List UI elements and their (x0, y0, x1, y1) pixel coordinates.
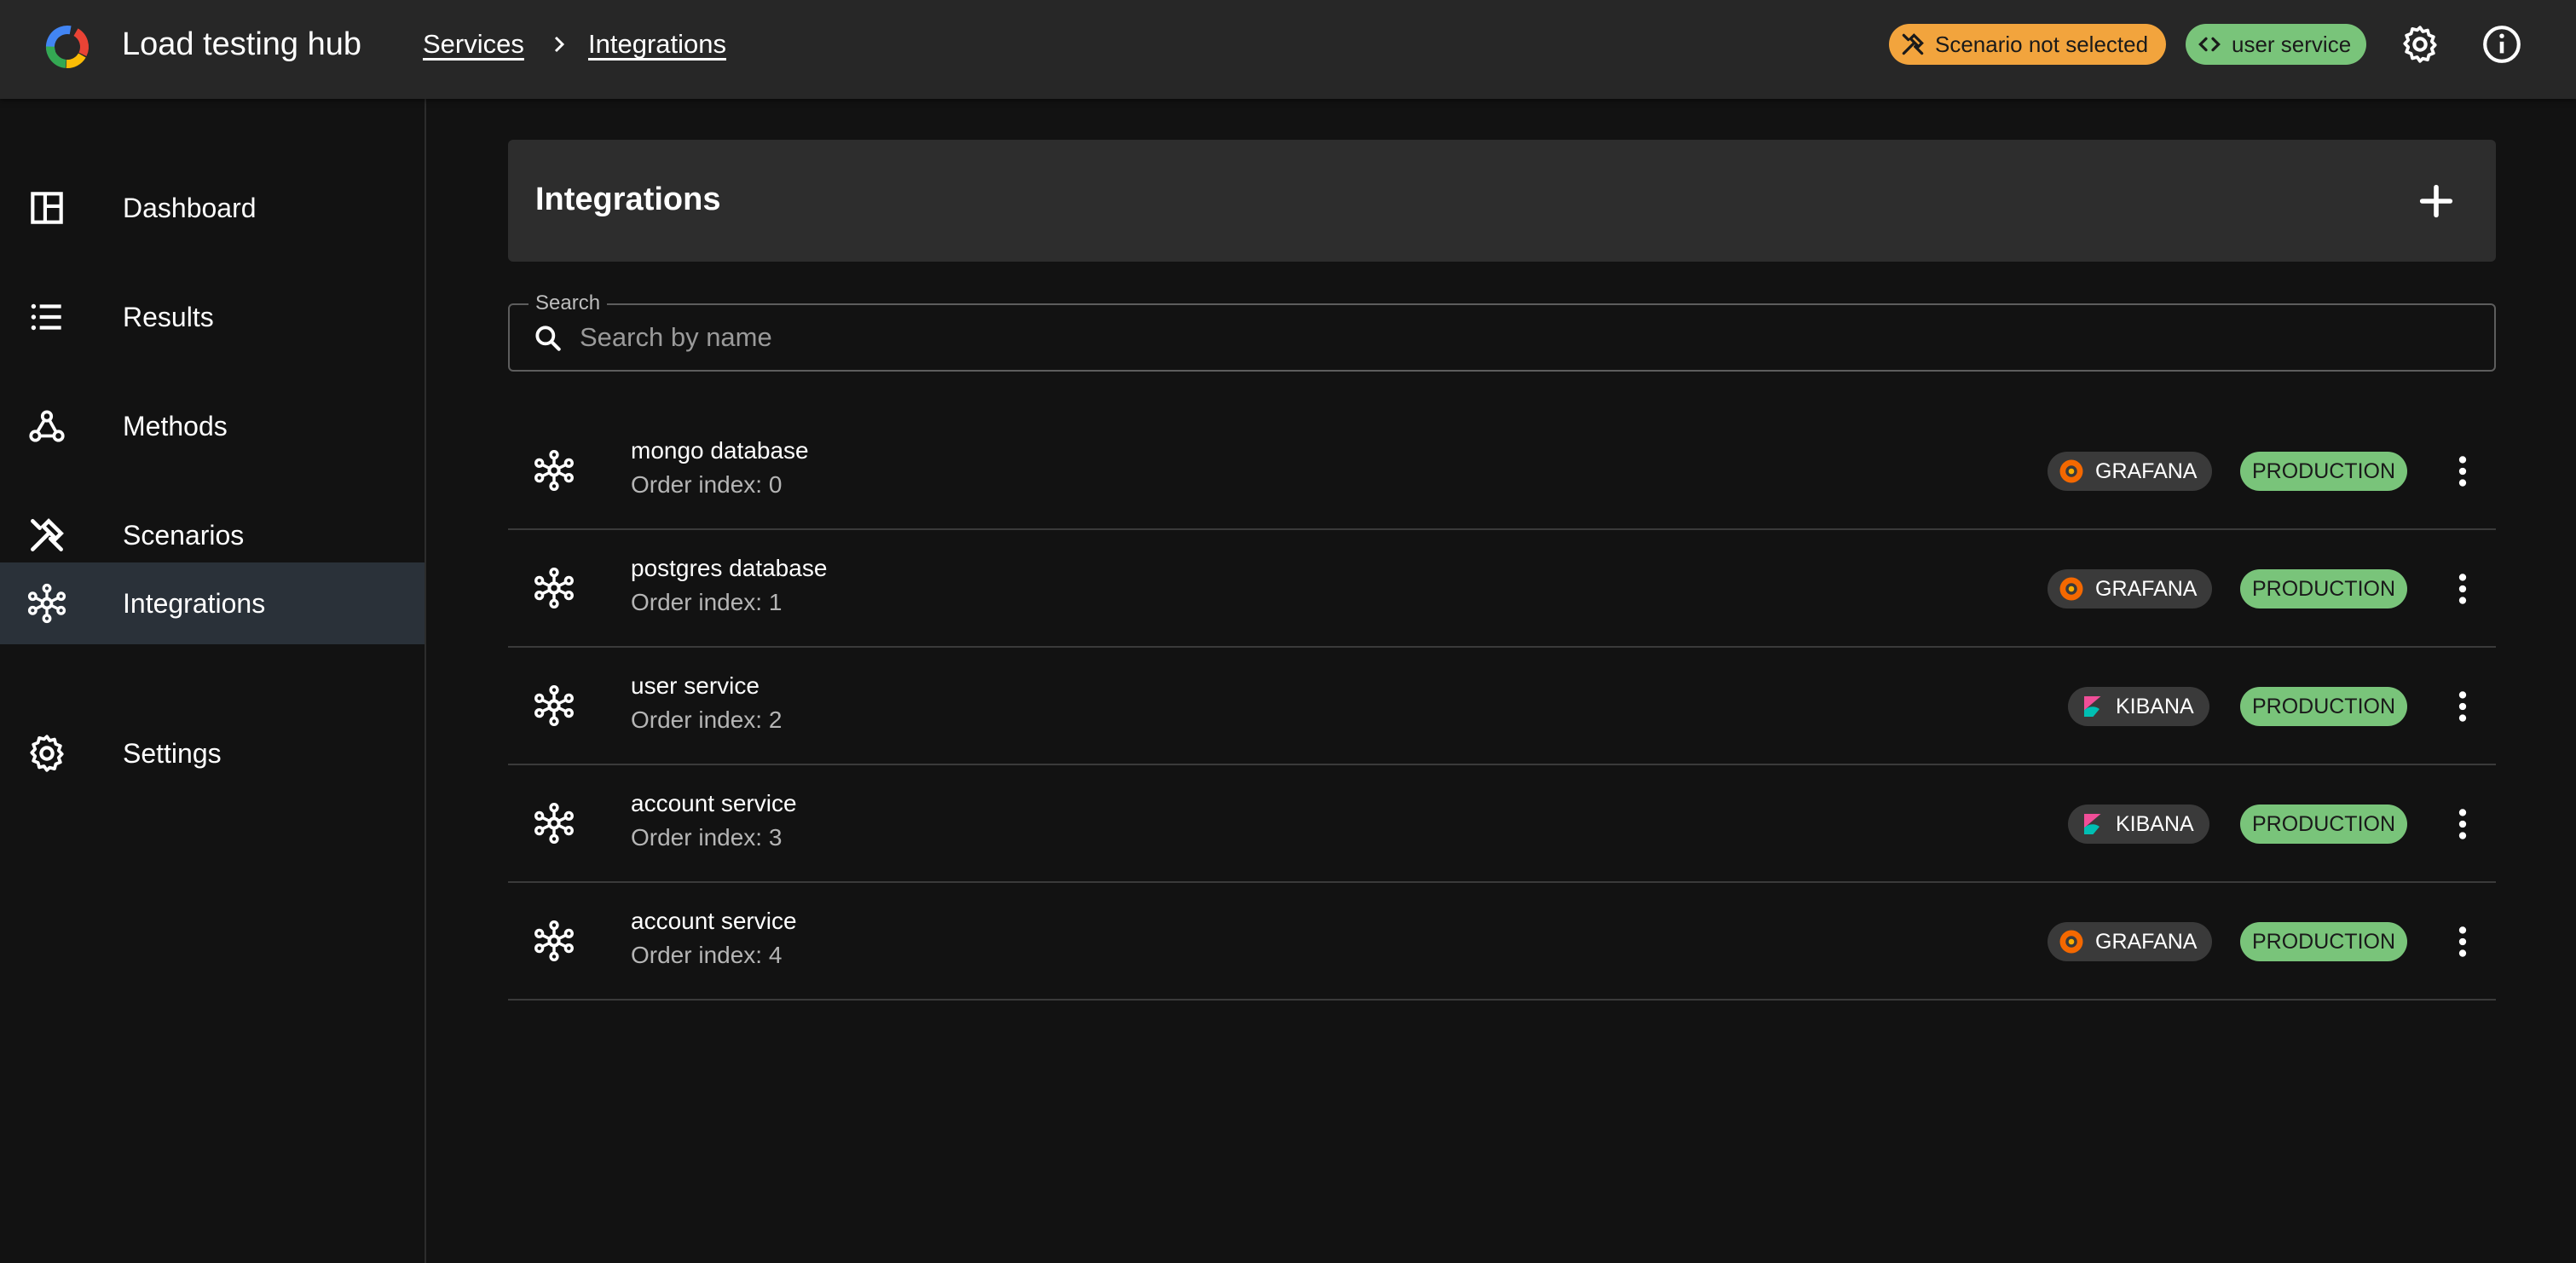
grafana-icon (2059, 577, 2083, 601)
search-label: Search (528, 291, 608, 316)
integration-name: user service (631, 672, 760, 699)
webhook-icon (29, 410, 65, 442)
add-icon[interactable] (2412, 177, 2460, 225)
source-chip: KIBANA (2068, 687, 2209, 726)
sidebar-item-label: Integrations (123, 587, 266, 619)
hub-icon (534, 802, 574, 845)
gear-icon (30, 735, 64, 772)
list-icon (31, 303, 61, 331)
app-title: Load testing hub (122, 26, 362, 62)
top-app-bar: Load testing hub Services Integrations S… (0, 0, 2576, 99)
source-chip: GRAFANA (2048, 922, 2213, 961)
tools-icon (1902, 33, 1924, 55)
breadcrumb-integrations[interactable]: Integrations (588, 29, 726, 60)
integration-order: Order index: 1 (631, 589, 783, 615)
hub-icon (534, 920, 574, 962)
integration-name: account service (631, 790, 797, 816)
sidebar-item-results[interactable]: Results (0, 276, 425, 358)
integration-row[interactable]: account service Order index: 3 KIBANA PR… (508, 765, 2496, 883)
integration-order: Order index: 0 (631, 471, 783, 498)
grafana-icon (2059, 459, 2083, 483)
sidebar-item-integrations[interactable]: Integrations (0, 562, 425, 644)
search-input[interactable] (580, 314, 2455, 361)
page-title: Integrations (535, 182, 721, 217)
source-label: GRAFANA (2095, 458, 2198, 483)
hub-icon (534, 567, 574, 609)
more-vert-icon[interactable] (2441, 920, 2484, 963)
code-icon (2198, 37, 2221, 52)
sidebar-item-label: Settings (123, 737, 222, 769)
integration-row[interactable]: postgres database Order index: 1 GRAFANA… (508, 530, 2496, 648)
grafana-icon (2059, 930, 2083, 954)
app-root: Load testing hub Services Integrations S… (0, 0, 2576, 1263)
sidebar-item-label: Dashboard (123, 192, 257, 223)
sidebar-nav: Dashboard Results Methods Scenarios Inte… (0, 99, 426, 1263)
search-icon (535, 326, 561, 351)
breadcrumb-services[interactable]: Services (423, 29, 524, 60)
integration-order: Order index: 3 (631, 824, 783, 851)
kibana-icon (2084, 814, 2101, 834)
integration-order: Order index: 4 (631, 942, 783, 968)
source-chip: KIBANA (2068, 805, 2209, 844)
integration-row[interactable]: account service Order index: 4 GRAFANA P… (508, 883, 2496, 1001)
sidebar-item-settings[interactable]: Settings (0, 712, 425, 794)
environment-badge: PRODUCTION (2240, 922, 2407, 961)
sidebar-item-label: Methods (123, 410, 228, 441)
hub-icon (534, 449, 574, 492)
sidebar-item-methods[interactable]: Methods (0, 385, 425, 467)
environment-badge: PRODUCTION (2240, 687, 2407, 726)
source-label: GRAFANA (2095, 576, 2198, 601)
sidebar-item-label: Scenarios (123, 519, 245, 551)
hub-icon (27, 583, 66, 624)
gear-icon[interactable] (2399, 23, 2441, 66)
more-vert-icon[interactable] (2441, 685, 2484, 728)
integration-row[interactable]: user service Order index: 2 KIBANA PRODU… (508, 648, 2496, 765)
integration-name: postgres database (631, 555, 828, 581)
sidebar-item-dashboard[interactable]: Dashboard (0, 167, 425, 249)
info-icon[interactable] (2481, 23, 2523, 66)
environment-badge: PRODUCTION (2240, 805, 2407, 844)
scenario-status-label: Scenario not selected (1935, 31, 2149, 57)
scenario-status-chip[interactable]: Scenario not selected (1889, 24, 2166, 65)
app-logo-icon (46, 26, 89, 68)
source-chip: GRAFANA (2048, 569, 2213, 608)
kibana-icon (2084, 696, 2101, 717)
environment-badge: PRODUCTION (2240, 452, 2407, 491)
dashboard-icon (31, 192, 63, 224)
more-vert-icon[interactable] (2441, 568, 2484, 610)
more-vert-icon[interactable] (2441, 450, 2484, 493)
source-chip: GRAFANA (2048, 452, 2213, 491)
integration-order: Order index: 2 (631, 706, 783, 733)
sidebar-item-label: Results (123, 301, 214, 332)
hub-icon (534, 684, 574, 727)
source-label: KIBANA (2116, 811, 2194, 836)
chevron-right-icon (554, 36, 565, 53)
source-label: GRAFANA (2095, 929, 2198, 954)
source-label: KIBANA (2116, 694, 2194, 718)
integrations-header-panel: Integrations (508, 140, 2496, 262)
service-chip-label: user service (2232, 31, 2352, 57)
more-vert-icon[interactable] (2441, 803, 2484, 845)
environment-badge: PRODUCTION (2240, 569, 2407, 608)
tools-icon (31, 518, 64, 551)
service-chip[interactable]: user service (2186, 24, 2366, 65)
integration-name: account service (631, 908, 797, 934)
search-field: Search (508, 291, 2496, 372)
integration-name: mongo database (631, 437, 809, 464)
integration-row[interactable]: mongo database Order index: 0 GRAFANA PR… (508, 412, 2496, 530)
